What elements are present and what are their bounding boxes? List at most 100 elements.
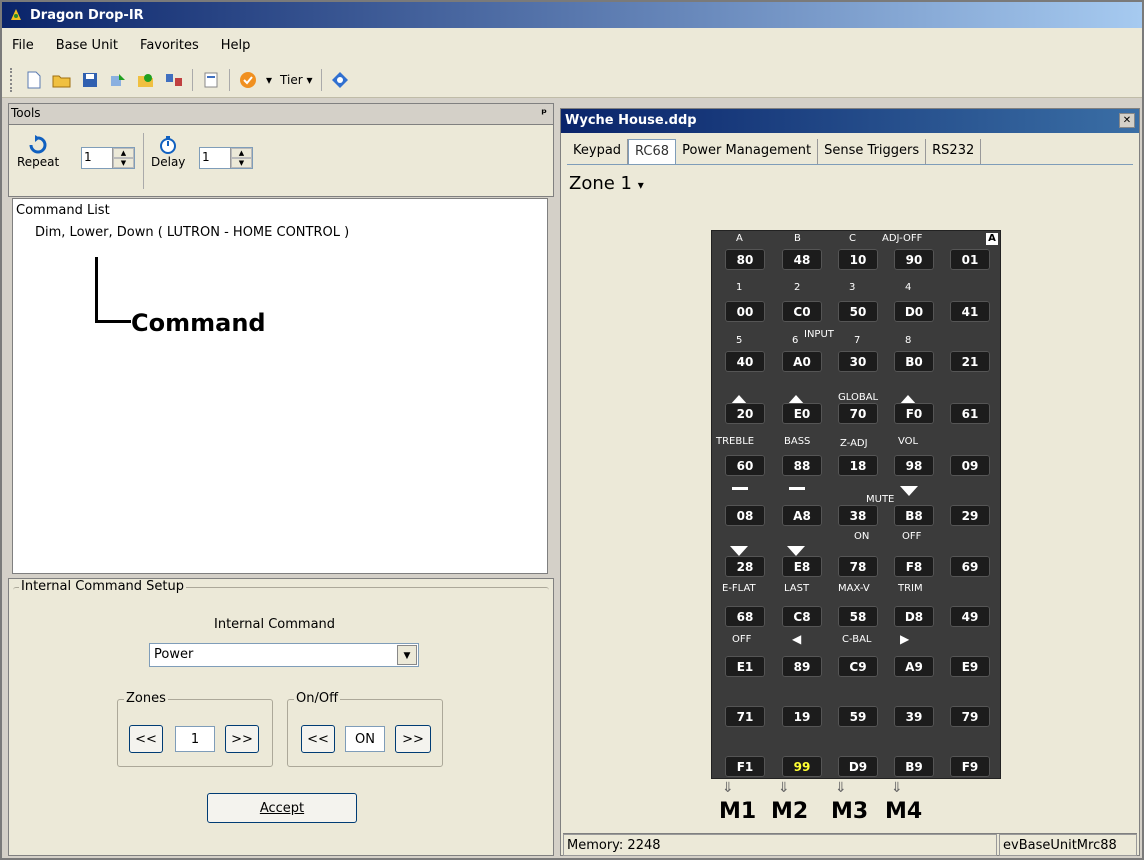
remote-button-c9[interactable]: C9 [838,656,878,677]
remote-button-69[interactable]: 69 [950,556,990,577]
repeat-tool[interactable]: Repeat [17,135,59,169]
command-list[interactable]: Command List Dim, Lower, Down ( LUTRON -… [12,198,548,574]
repeat-up-arrow[interactable]: ▲ [113,148,134,158]
new-file-icon[interactable] [23,69,45,91]
remote-button-c8[interactable]: C8 [782,606,822,627]
internal-command-select[interactable]: Power ▼ [149,643,419,667]
repeat-spinner[interactable]: 1 ▲ ▼ [81,147,135,169]
remote-button-59[interactable]: 59 [838,706,878,727]
remote-button-f9[interactable]: F9 [950,756,990,777]
save-icon[interactable] [79,69,101,91]
pin-icon[interactable]: ᵖ [541,106,547,120]
remote-button-20[interactable]: 20 [725,403,765,424]
delay-down-arrow[interactable]: ▼ [231,158,252,168]
close-icon[interactable]: ✕ [1119,113,1135,128]
remote-button-08[interactable]: 08 [725,505,765,526]
remote-button-f8[interactable]: F8 [894,556,934,577]
menu-base-unit[interactable]: Base Unit [56,38,118,53]
onoff-field[interactable]: ON [345,726,385,752]
import-icon[interactable] [135,69,157,91]
menu-help[interactable]: Help [221,38,251,53]
remote-button-28[interactable]: 28 [725,556,765,577]
repeat-down-arrow[interactable]: ▼ [113,158,134,168]
remote-button-19[interactable]: 19 [782,706,822,727]
remote-button-89[interactable]: 89 [782,656,822,677]
remote-button-78[interactable]: 78 [838,556,878,577]
tab-rc68[interactable]: RC68 [628,139,677,164]
remote-button-29[interactable]: 29 [950,505,990,526]
delay-up-arrow[interactable]: ▲ [231,148,252,158]
command-list-item[interactable]: Dim, Lower, Down ( LUTRON - HOME CONTROL… [35,225,349,240]
remote-button-f0[interactable]: F0 [894,403,934,424]
onoff-next-button[interactable]: >> [395,725,431,753]
zones-prev-button[interactable]: << [129,725,163,753]
remote-button-88[interactable]: 88 [782,455,822,476]
remote-button-e9[interactable]: E9 [950,656,990,677]
tier-dropdown[interactable]: Tier ▾ [280,73,312,87]
remote-button-50[interactable]: 50 [838,301,878,322]
remote-button-49[interactable]: 49 [950,606,990,627]
remote-button-d0[interactable]: D0 [894,301,934,322]
remote-button-f1[interactable]: F1 [725,756,765,777]
remote-button-a0[interactable]: A0 [782,351,822,372]
properties-icon[interactable] [200,69,222,91]
remote-button-80[interactable]: 80 [725,249,765,270]
transfer-icon[interactable] [163,69,185,91]
chevron-down-icon: ▾ [637,178,644,192]
tab-power-management[interactable]: Power Management [676,139,819,164]
remote-button-71[interactable]: 71 [725,706,765,727]
remote-button-b0[interactable]: B0 [894,351,934,372]
chevron-down-icon[interactable]: ▼ [397,645,417,665]
remote-button-e8[interactable]: E8 [782,556,822,577]
remote-button-60[interactable]: 60 [725,455,765,476]
tab-sense-triggers[interactable]: Sense Triggers [818,139,927,164]
accept-button[interactable]: Accept [207,793,357,823]
menu-file[interactable]: File [12,38,34,53]
export-icon[interactable] [107,69,129,91]
remote-button-00[interactable]: 00 [725,301,765,322]
remote-button-70[interactable]: 70 [838,403,878,424]
remote-button-61[interactable]: 61 [950,403,990,424]
remote-button-10[interactable]: 10 [838,249,878,270]
remote-button-99[interactable]: 99 [782,756,822,777]
zones-next-button[interactable]: >> [225,725,259,753]
remote-button-58[interactable]: 58 [838,606,878,627]
remote-button-48[interactable]: 48 [782,249,822,270]
toolbar-grip[interactable] [10,67,14,92]
delay-spinner[interactable]: 1 ▲ ▼ [199,147,253,169]
zones-field[interactable]: 1 [175,726,215,752]
remote-button-a8[interactable]: A8 [782,505,822,526]
remote-button-b9[interactable]: B9 [894,756,934,777]
remote-button-40[interactable]: 40 [725,351,765,372]
remote-button-09[interactable]: 09 [950,455,990,476]
diamond-nav-icon[interactable] [329,69,351,91]
remote-button-01[interactable]: 01 [950,249,990,270]
remote-button-b8[interactable]: B8 [894,505,934,526]
onoff-prev-button[interactable]: << [301,725,335,753]
remote-button-30[interactable]: 30 [838,351,878,372]
remote-button-d9[interactable]: D9 [838,756,878,777]
remote-button-e0[interactable]: E0 [782,403,822,424]
remote-button-79[interactable]: 79 [950,706,990,727]
remote-button-68[interactable]: 68 [725,606,765,627]
remote-button-90[interactable]: 90 [894,249,934,270]
remote-button-41[interactable]: 41 [950,301,990,322]
remote-button-21[interactable]: 21 [950,351,990,372]
remote-button-a9[interactable]: A9 [894,656,934,677]
remote-button-d8[interactable]: D8 [894,606,934,627]
remote-button-c0[interactable]: C0 [782,301,822,322]
open-folder-icon[interactable] [51,69,73,91]
delay-tool[interactable]: Delay [151,135,185,169]
remote-button-39[interactable]: 39 [894,706,934,727]
zone-selector[interactable]: Zone 1 ▾ [569,173,644,194]
label-z-adj: Z-ADJ [840,438,868,449]
check-circle-icon[interactable] [237,69,259,91]
tab-keypad[interactable]: Keypad [567,139,629,164]
menu-favorites[interactable]: Favorites [140,38,199,53]
remote-button-98[interactable]: 98 [894,455,934,476]
check-dropdown-arrow-icon[interactable]: ▾ [266,73,272,87]
tab-rs232[interactable]: RS232 [926,139,982,164]
remote-button-18[interactable]: 18 [838,455,878,476]
remote-button-38[interactable]: 38 [838,505,878,526]
remote-button-e1[interactable]: E1 [725,656,765,677]
